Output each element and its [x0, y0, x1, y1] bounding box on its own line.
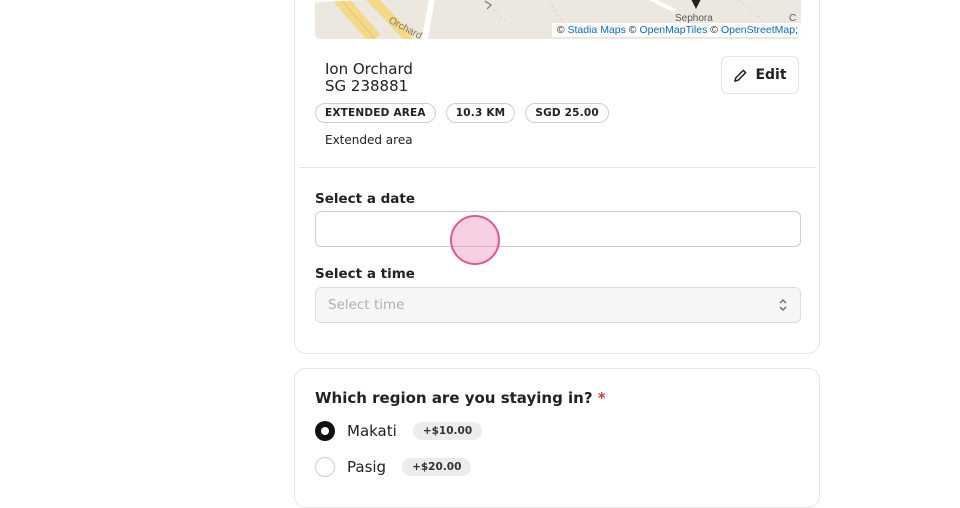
required-mark: *	[597, 389, 606, 407]
area-note: Extended area	[325, 133, 413, 147]
attribution-link-stadia[interactable]: Stadia Maps	[568, 24, 626, 36]
map-attribution: © Stadia Maps © OpenMapTiles © OpenStree…	[551, 23, 801, 37]
time-label: Select a time	[315, 266, 415, 282]
date-input[interactable]	[315, 211, 801, 247]
chevron-updown-icon	[779, 299, 787, 311]
edit-location-button[interactable]: Edit	[721, 56, 799, 94]
location-name: Ion Orchard	[325, 60, 413, 78]
radio-selected-icon[interactable]	[315, 421, 335, 441]
date-label: Select a date	[315, 191, 416, 207]
attribution-link-osm[interactable]: OpenStreetMap	[721, 24, 795, 36]
region-question: Which region are you staying in? *	[315, 389, 606, 407]
badge-distance: 10.3 KM	[445, 103, 516, 123]
attribution-link-openmaptiles[interactable]: OpenMapTiles	[639, 24, 707, 36]
delivery-location-card: Orchard Sephora C © Stadia Maps © OpenMa…	[294, 0, 820, 354]
region-option-label: Makati	[347, 422, 397, 440]
region-option-pasig[interactable]: Pasig +$20.00	[315, 457, 472, 477]
region-option-price: +$20.00	[402, 458, 472, 476]
radio-unselected-icon[interactable]	[315, 457, 335, 477]
badge-fee: SGD 25.00	[525, 103, 609, 123]
region-option-makati[interactable]: Makati +$10.00	[315, 421, 483, 441]
region-option-label: Pasig	[347, 458, 387, 476]
time-select[interactable]: Select time	[315, 287, 801, 323]
location-badges: EXTENDED AREA 10.3 KM SGD 25.00	[315, 103, 609, 123]
region-option-price: +$10.00	[412, 422, 483, 440]
location-postal-code: SG 238881	[325, 77, 409, 95]
section-divider	[299, 167, 815, 168]
region-card: Which region are you staying in? * Makat…	[294, 368, 820, 508]
location-map[interactable]: Orchard Sephora C © Stadia Maps © OpenMa…	[315, 0, 801, 39]
edit-button-label: Edit	[755, 67, 787, 83]
time-select-placeholder: Select time	[328, 297, 405, 313]
badge-area-type: EXTENDED AREA	[315, 103, 436, 123]
pencil-icon	[734, 69, 747, 82]
